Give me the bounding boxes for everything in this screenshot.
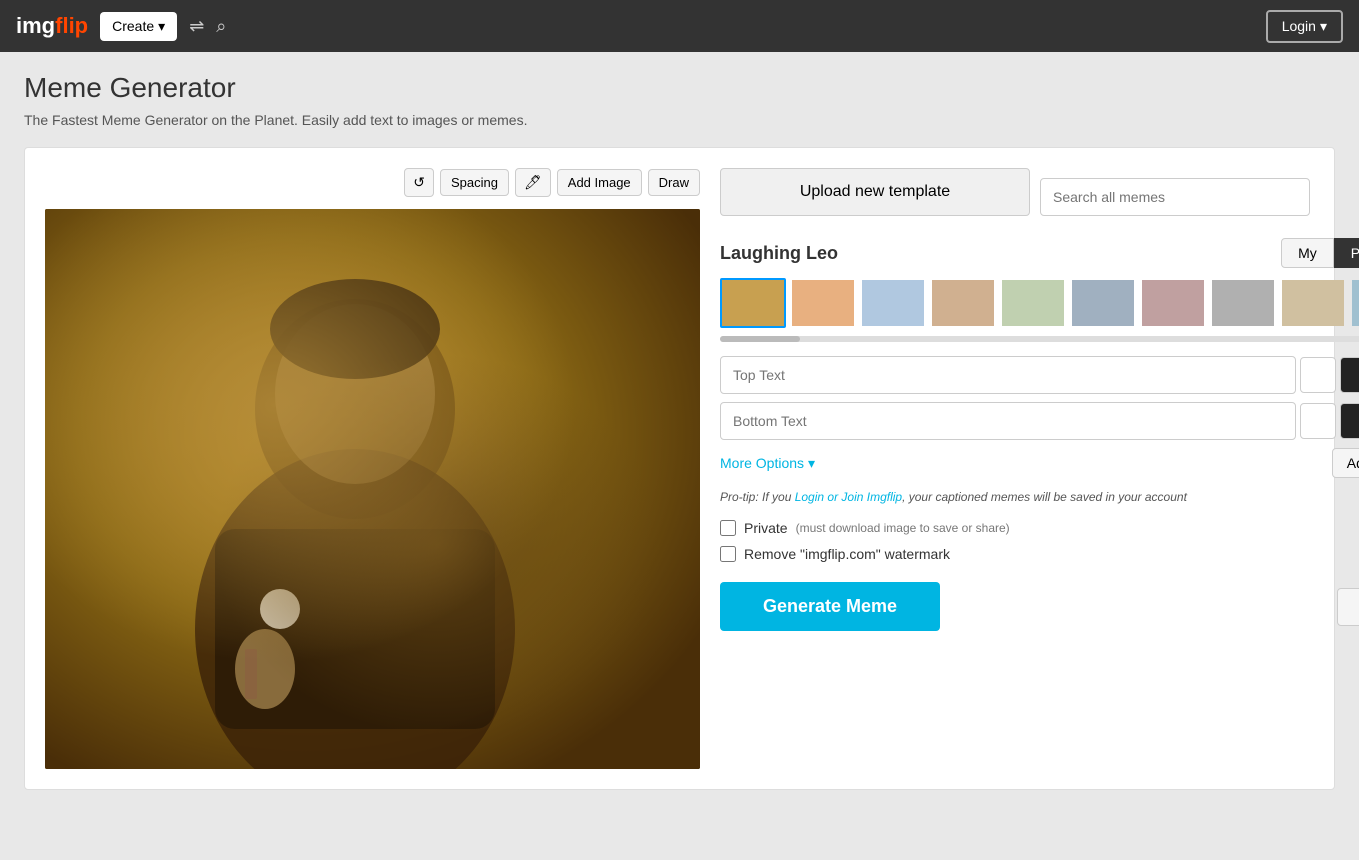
thumbnail-item[interactable]: [790, 278, 856, 328]
logo[interactable]: imgflip: [16, 13, 88, 39]
thumbnail-item[interactable]: [1000, 278, 1066, 328]
private-checkbox-row: Private (must download image to save or …: [720, 520, 1359, 536]
spacing-button[interactable]: Spacing: [440, 169, 509, 196]
reset-icon-button[interactable]: ↺: [404, 168, 434, 197]
thumbnail-item[interactable]: [860, 278, 926, 328]
add-text-button[interactable]: Add Text: [1332, 448, 1359, 478]
shuffle-icon[interactable]: ⇌: [189, 16, 204, 37]
page-subtitle: The Fastest Meme Generator on the Planet…: [24, 110, 1335, 131]
create-label: Create: [112, 18, 154, 34]
tab-my[interactable]: My: [1281, 238, 1334, 268]
top-text-input[interactable]: [720, 356, 1296, 394]
login-join-link[interactable]: Login or Join Imgflip: [795, 490, 902, 504]
top-text-white-color[interactable]: [1300, 357, 1336, 393]
main-container: ↺ Spacing 🖊 Add Image Draw: [24, 147, 1335, 790]
scrollbar-thumb: [720, 336, 800, 342]
page-content: Meme Generator The Fastest Meme Generato…: [0, 52, 1359, 810]
font-icon: 🖊: [524, 174, 542, 190]
bottom-text-input[interactable]: [720, 402, 1296, 440]
thumbnail-item[interactable]: [1210, 278, 1276, 328]
watermark-checkbox[interactable]: [720, 546, 736, 562]
watermark-checkbox-row: Remove "imgflip.com" watermark: [720, 546, 1359, 562]
thumb-image-8: [1212, 280, 1274, 326]
thumbnail-item[interactable]: [720, 278, 786, 328]
login-label: Login: [1282, 18, 1316, 34]
create-button[interactable]: Create ▾: [100, 12, 177, 41]
thumbnail-item[interactable]: [1280, 278, 1346, 328]
thumbnail-strip: [720, 278, 1359, 328]
template-name: Laughing Leo: [720, 243, 838, 264]
more-options-button[interactable]: More Options ▾: [720, 455, 815, 472]
pro-tip-end: , your captioned memes will be saved in …: [902, 490, 1187, 504]
bottom-text-black-color[interactable]: [1340, 403, 1359, 439]
create-dropdown-arrow: ▾: [158, 18, 165, 35]
thumbnail-item[interactable]: [1140, 278, 1206, 328]
more-options-arrow: ▾: [808, 455, 815, 472]
private-label[interactable]: Private: [744, 520, 788, 536]
meme-image: [45, 209, 700, 769]
toolbar: ↺ Spacing 🖊 Add Image Draw: [45, 168, 700, 197]
pro-tip-text: Pro-tip: If you: [720, 490, 795, 504]
search-input[interactable]: [1040, 178, 1310, 216]
thumb-image-2: [792, 280, 854, 326]
thumb-image-4: [932, 280, 994, 326]
thumb-image-9: [1282, 280, 1344, 326]
logo-flip: flip: [55, 13, 88, 38]
thumb-image-3: [862, 280, 924, 326]
thumbnail-item[interactable]: [930, 278, 996, 328]
action-row: Generate Meme Reset: [720, 582, 1359, 631]
upload-template-button[interactable]: Upload new template: [720, 168, 1030, 216]
top-text-row: ⚙: [720, 356, 1359, 394]
bottom-text-row: ⚙: [720, 402, 1359, 440]
thumb-image-1: [722, 280, 784, 326]
thumb-image-10: [1352, 280, 1359, 326]
thumb-image-5: [1002, 280, 1064, 326]
left-panel: ↺ Spacing 🖊 Add Image Draw: [45, 168, 700, 769]
private-note: (must download image to save or share): [796, 521, 1010, 535]
navbar: imgflip Create ▾ ⇌ ⌕ Login ▾: [0, 0, 1359, 52]
meme-image-container: [45, 209, 700, 769]
reset-icon: ↺: [413, 174, 425, 190]
right-panel: Upload new template Laughing Leo My Popu…: [720, 168, 1359, 769]
tab-popular[interactable]: Popular: [1334, 238, 1359, 268]
generate-meme-button[interactable]: Generate Meme: [720, 582, 940, 631]
search-icon[interactable]: ⌕: [216, 16, 226, 37]
navbar-right: Login ▾: [1266, 10, 1343, 43]
template-name-row: Laughing Leo My Popular: [720, 238, 1359, 268]
private-checkbox[interactable]: [720, 520, 736, 536]
tab-group: My Popular: [1281, 238, 1359, 268]
thumbnail-item[interactable]: [1350, 278, 1359, 328]
pro-tip: Pro-tip: If you Login or Join Imgflip, y…: [720, 490, 1359, 504]
thumbnail-item[interactable]: [1070, 278, 1136, 328]
reset-button[interactable]: Reset: [1337, 588, 1359, 626]
page-title: Meme Generator: [24, 72, 1335, 104]
thumbnail-scrollbar[interactable]: [720, 336, 1359, 342]
navbar-left: imgflip Create ▾ ⇌ ⌕: [16, 12, 226, 41]
font-icon-button[interactable]: 🖊: [515, 168, 551, 197]
thumb-image-6: [1072, 280, 1134, 326]
options-row: More Options ▾ Add Text: [720, 448, 1359, 478]
top-text-black-color[interactable]: [1340, 357, 1359, 393]
login-button[interactable]: Login ▾: [1266, 10, 1343, 43]
add-image-button[interactable]: Add Image: [557, 169, 642, 196]
meme-svg: [45, 209, 700, 769]
top-row: Upload new template: [720, 168, 1359, 226]
watermark-label[interactable]: Remove "imgflip.com" watermark: [744, 546, 950, 562]
login-dropdown-arrow: ▾: [1320, 18, 1327, 35]
bottom-text-white-color[interactable]: [1300, 403, 1336, 439]
draw-button[interactable]: Draw: [648, 169, 700, 196]
thumb-image-7: [1142, 280, 1204, 326]
more-options-label: More Options: [720, 455, 804, 471]
logo-img: img: [16, 13, 55, 38]
